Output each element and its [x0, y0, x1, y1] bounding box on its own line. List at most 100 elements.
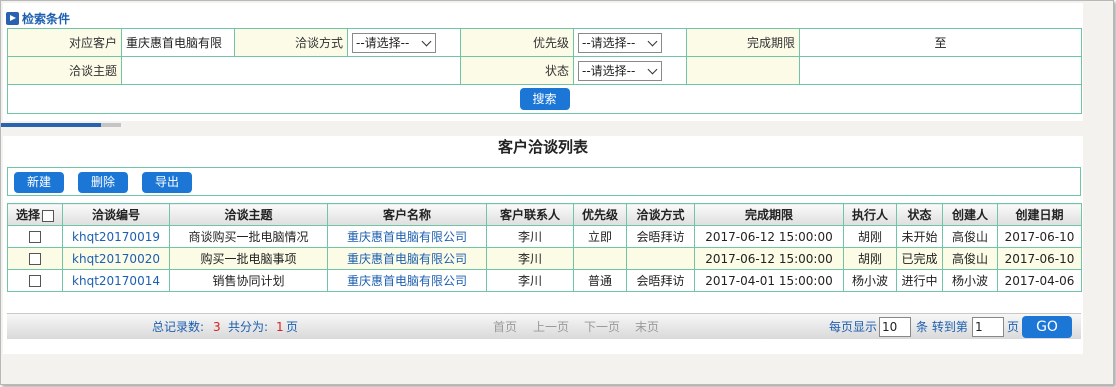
topic-label: 洽谈主题: [7, 56, 122, 85]
arrow-right-icon: [6, 11, 19, 25]
delete-button[interactable]: 删除: [78, 172, 128, 193]
search-panel-header: 检索条件: [6, 10, 70, 26]
cell-executor: 胡刚: [843, 247, 897, 270]
col-header-priority: 优先级: [573, 203, 627, 226]
cell-method: [626, 247, 695, 270]
progress-fill: [1, 123, 101, 127]
priority-label: 优先级: [460, 28, 574, 57]
empty-value-cell: [799, 56, 1082, 85]
col-header-created-date: 创建日期: [997, 203, 1082, 226]
row-select-cell: [7, 247, 63, 270]
export-button[interactable]: 导出: [142, 172, 192, 193]
method-select-value: --请选择--: [356, 36, 410, 50]
customer-label: 对应客户: [7, 28, 122, 57]
total-label: 总记录数:: [152, 320, 205, 334]
cell-priority: [573, 247, 627, 270]
empty-label-cell: [686, 56, 800, 85]
per-page-label: 每页显示: [829, 320, 878, 334]
per-page-input[interactable]: 10: [879, 317, 911, 337]
cell-code[interactable]: khqt20170019: [62, 225, 170, 248]
col-header-contact: 客户联系人: [486, 203, 574, 226]
pagination-bar: 总记录数: 3 共分为: 1 页 首页 上一页 下一页 末页 每页显示 10 条…: [7, 313, 1081, 339]
cell-priority: 普通: [573, 269, 627, 292]
cell-creator: 高俊山: [942, 247, 998, 270]
records-table: 选择 洽谈编号 洽谈主题 客户名称 客户联系人 优先级 洽谈方式 完成期限 执行…: [7, 203, 1082, 292]
col-header-status: 状态: [896, 203, 943, 226]
cell-code[interactable]: khqt20170020: [62, 247, 170, 270]
search-panel: 检索条件 对应客户 重庆惠首电脑有限 洽谈方式 --请选择-- 优先级 --请选…: [3, 3, 1083, 121]
list-title: 客户洽谈列表: [497, 138, 588, 156]
cell-status: 已完成: [896, 247, 943, 270]
status-select[interactable]: --请选择--: [578, 60, 662, 81]
pages-unit: 页: [286, 320, 299, 334]
cell-customer[interactable]: 重庆惠首电脑有限公司: [327, 247, 487, 270]
priority-select[interactable]: --请选择--: [578, 32, 662, 53]
progress-bar: [1, 123, 121, 127]
cell-creator: 杨小波: [942, 269, 998, 292]
deadline-range[interactable]: 至: [799, 28, 1082, 57]
total-count: 3: [213, 320, 221, 334]
cell-contact: 李川: [486, 247, 574, 270]
customer-field[interactable]: 重庆惠首电脑有限: [121, 28, 235, 57]
row-checkbox[interactable]: [29, 253, 41, 265]
topic-field[interactable]: [121, 56, 461, 85]
cell-executor: 胡刚: [843, 225, 897, 248]
search-panel-title: 检索条件: [22, 11, 71, 26]
cell-topic: 商谈购买一批电脑情况: [169, 225, 328, 248]
col-header-customer: 客户名称: [327, 203, 487, 226]
status-select-value: --请选择--: [582, 64, 636, 78]
table-row[interactable]: khqt20170014 销售协同计划 重庆惠首电脑有限公司 李川 普通 会晤拜访 2017…: [7, 269, 1082, 292]
cell-creator: 高俊山: [942, 225, 998, 248]
chevron-down-icon: [648, 66, 658, 76]
cell-deadline: 2017-06-12 15:00:00: [694, 247, 844, 270]
deadline-label: 完成期限: [686, 28, 800, 57]
col-header-select: 选择: [7, 203, 63, 226]
pages-count: 1: [276, 320, 284, 334]
cell-created-date: 2017-04-06: [997, 269, 1082, 292]
cell-priority: 立即: [573, 225, 627, 248]
new-button[interactable]: 新建: [14, 172, 64, 193]
goto-unit: 页: [1007, 320, 1020, 334]
goto-page-input[interactable]: 1: [972, 317, 1004, 337]
first-page-link[interactable]: 首页: [493, 314, 517, 340]
row-checkbox[interactable]: [29, 231, 41, 243]
cell-contact: 李川: [486, 225, 574, 248]
cell-customer[interactable]: 重庆惠首电脑有限公司: [327, 269, 487, 292]
select-all-checkbox[interactable]: [42, 209, 54, 222]
chevron-down-icon: [422, 38, 432, 48]
search-button[interactable]: 搜索: [519, 88, 570, 110]
cell-status: 未开始: [896, 225, 943, 248]
cell-status: 进行中: [896, 269, 943, 292]
method-select[interactable]: --请选择--: [352, 32, 436, 53]
row-select-cell: [7, 269, 63, 292]
prev-page-link[interactable]: 上一页: [533, 314, 569, 340]
deadline-separator: 至: [934, 36, 947, 50]
next-page-link[interactable]: 下一页: [584, 314, 620, 340]
cell-executor: 杨小波: [843, 269, 897, 292]
col-header-topic: 洽谈主题: [169, 203, 328, 226]
cell-contact: 李川: [486, 269, 574, 292]
cell-customer[interactable]: 重庆惠首电脑有限公司: [327, 225, 487, 248]
go-button[interactable]: GO: [1022, 316, 1072, 338]
list-panel: 客户洽谈列表 新建 删除 导出 选择 洽谈编号 洽谈主题 客户名称 客户联系人 …: [3, 136, 1083, 354]
cell-code[interactable]: khqt20170014: [62, 269, 170, 292]
table-row[interactable]: khqt20170019 商谈购买一批电脑情况 重庆惠首电脑有限公司 李川 立即 会晤拜访…: [7, 225, 1082, 248]
chevron-down-icon: [648, 38, 658, 48]
window-frame: 检索条件 对应客户 重庆惠首电脑有限 洽谈方式 --请选择-- 优先级 --请选…: [0, 0, 1114, 385]
col-header-code: 洽谈编号: [62, 203, 170, 226]
goto-label: 条 转到第: [916, 320, 968, 334]
method-label: 洽谈方式: [234, 28, 348, 57]
cell-topic: 销售协同计划: [169, 269, 328, 292]
table-row[interactable]: khqt20170020 购买一批电脑事项 重庆惠首电脑有限公司 李川 2017-06-…: [7, 247, 1082, 270]
col-header-deadline: 完成期限: [694, 203, 844, 226]
col-header-creator: 创建人: [942, 203, 998, 226]
row-select-cell: [7, 225, 63, 248]
cell-method: 会晤拜访: [626, 269, 695, 292]
cell-created-date: 2017-06-10: [997, 247, 1082, 270]
cell-method: 会晤拜访: [626, 225, 695, 248]
col-header-executor: 执行人: [843, 203, 897, 226]
status-label: 状态: [460, 56, 574, 85]
last-page-link[interactable]: 末页: [635, 314, 659, 340]
cell-deadline: 2017-04-01 15:00:00: [694, 269, 844, 292]
row-checkbox[interactable]: [29, 275, 41, 287]
